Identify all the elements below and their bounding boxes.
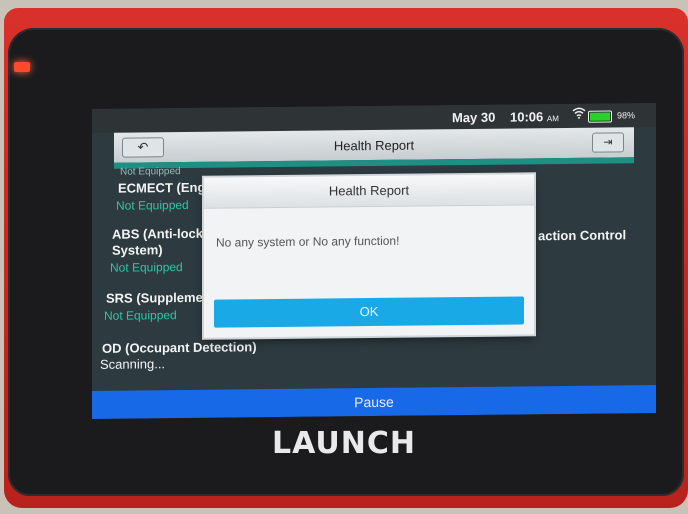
dialog-message: No any system or No any function!	[216, 233, 400, 250]
system-name-right[interactable]: action Control	[538, 227, 626, 243]
system-name[interactable]: OD (Occupant Detection)	[102, 339, 257, 356]
dialog-title: Health Report	[204, 174, 534, 209]
status-date: May 30	[452, 109, 496, 126]
system-name-line2: System)	[112, 242, 163, 258]
partial-status: Not Equipped	[120, 166, 181, 178]
status-ampm: AM	[546, 114, 559, 124]
status-time: 10:06 AM	[510, 109, 559, 125]
page-title: Health Report	[333, 137, 415, 154]
health-report-dialog: Health Report No any system or No any fu…	[204, 174, 534, 338]
exit-icon: ⇥	[603, 136, 613, 149]
system-status: Not Equipped	[104, 308, 177, 323]
ok-button[interactable]: OK	[214, 296, 524, 328]
exit-button[interactable]: ⇥	[592, 132, 624, 153]
battery-percent: 98%	[617, 110, 636, 121]
battery-fill	[590, 112, 610, 121]
system-name[interactable]: SRS (Supplemen	[106, 290, 211, 306]
device-screen: May 30 10:06 AM 98% ↶ Health Report ⇥ No…	[92, 103, 656, 419]
brand-logo: LAUNCH	[271, 426, 416, 461]
wifi-icon	[572, 107, 586, 122]
battery-icon	[588, 110, 612, 123]
status-time-value: 10:06	[510, 109, 544, 125]
power-led	[14, 62, 30, 72]
system-name[interactable]: ABS (Anti-lock B	[112, 226, 216, 242]
system-status: Scanning...	[100, 356, 166, 372]
system-status: Not Equipped	[116, 197, 189, 213]
pause-button[interactable]: Pause	[92, 385, 656, 419]
system-status: Not Equipped	[110, 260, 183, 275]
